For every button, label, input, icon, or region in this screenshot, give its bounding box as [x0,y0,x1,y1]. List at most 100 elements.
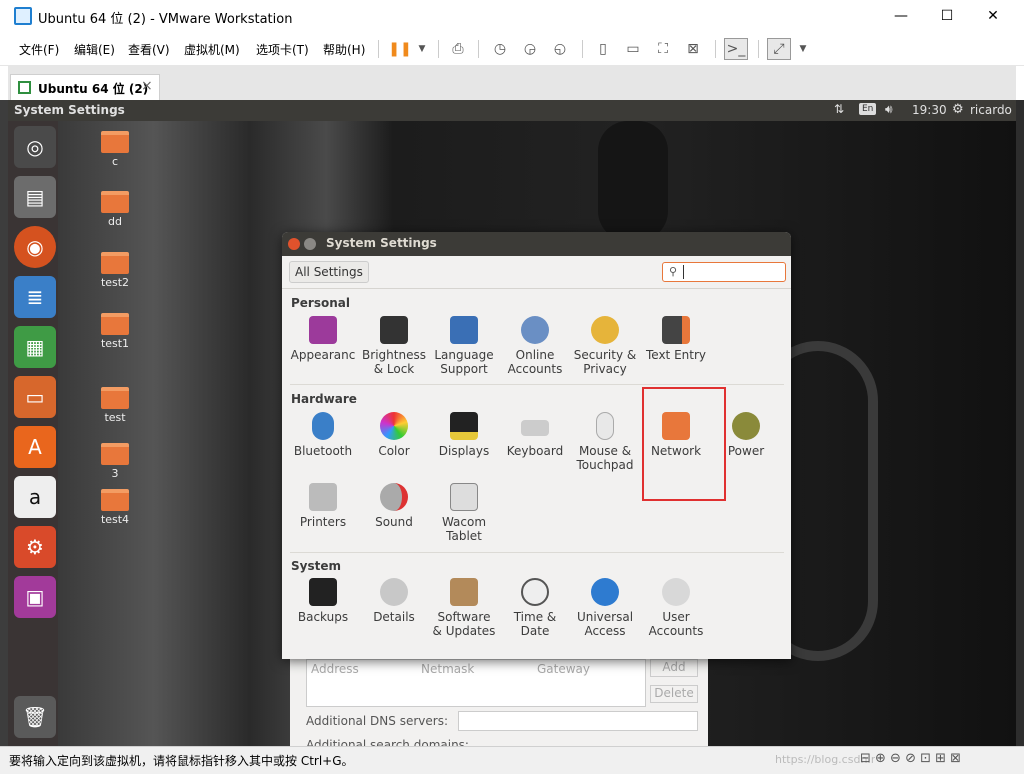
details-item[interactable]: Details [359,578,429,624]
add-route-button[interactable]: Add [650,659,698,677]
device-icons[interactable]: ⊟ ⊕ ⊖ ⊘ ⊡ ⊞ ⊠ [860,751,961,766]
amazon-icon[interactable]: a [14,476,56,518]
volume-icon[interactable]: 🔊︎ [885,102,893,117]
folder-icon [101,489,129,511]
gear-icon[interactable]: ⚙ [952,102,964,117]
user-name[interactable]: ricardo [970,103,1012,117]
color-item[interactable]: Color [359,412,429,458]
item-label: Mouse & [578,444,632,458]
folder-icon [101,313,129,335]
revert-snapshot-icon[interactable]: ◶ [518,38,542,60]
pause-icon[interactable]: ❚❚ [388,38,412,60]
desktop-folder[interactable]: test2 [90,252,140,289]
backups-item[interactable]: Backups [288,578,358,624]
delete-route-button[interactable]: Delete [650,685,698,703]
fullscreen-icon[interactable]: ⛶ [651,38,675,60]
details-gear-icon [380,578,408,606]
console-icon[interactable]: >_ [724,38,748,60]
displays-item[interactable]: Displays [429,412,499,458]
desktop-folder[interactable]: test1 [90,313,140,350]
section-divider [290,552,784,553]
sound-item[interactable]: Sound [359,483,429,529]
mouse-touchpad-item[interactable]: Mouse & Touchpad [570,412,640,472]
send-keys-icon[interactable]: ⎙ [446,38,470,60]
folder-icon [101,191,129,213]
thumbnail-view-icon[interactable]: ▭ [621,38,645,60]
desktop-folder[interactable]: test4 [90,489,140,526]
clock[interactable]: 19:30 [912,103,947,117]
tab-close-icon[interactable]: × [141,78,153,94]
writer-icon[interactable]: ≣ [14,276,56,318]
sidebar-view-icon[interactable]: ▯ [591,38,615,60]
close-window-icon[interactable] [288,238,300,250]
keyboard-layout-indicator[interactable]: En [859,103,877,115]
item-label: Displays [438,444,490,458]
maximize-button[interactable]: ☐ [924,0,970,32]
menu-view[interactable]: 查看(V) [128,41,170,58]
time-date-item[interactable]: Time & Date [500,578,570,638]
stretch-icon[interactable]: ⤢ [767,38,791,60]
security-privacy-item[interactable]: Security & Privacy [570,316,640,376]
unity-mode-icon[interactable]: ⊠ [681,38,705,60]
close-button[interactable]: ✕ [970,0,1016,32]
desktop-folder[interactable]: test [90,387,140,424]
appearance-item[interactable]: Appearanc [288,316,358,362]
menu-file[interactable]: 文件(F) [19,41,59,58]
universal-access-item[interactable]: Universal Access [570,578,640,638]
impress-icon[interactable]: ▭ [14,376,56,418]
bluetooth-item[interactable]: Bluetooth [288,412,358,458]
language-support-item[interactable]: Language Support [429,316,499,376]
printers-item[interactable]: Printers [288,483,358,529]
network-arrows-icon[interactable]: ⇅ [834,102,844,116]
item-label: Language [434,348,494,362]
brightness-lock-item[interactable]: Brightness & Lock [359,316,429,376]
text-entry-item[interactable]: Text Entry [641,316,711,362]
menu-tabs[interactable]: 选项卡(T) [256,41,309,58]
minimize-button[interactable]: — [878,0,924,32]
text-cursor [683,265,684,279]
online-accounts-item[interactable]: Online Accounts [500,316,570,376]
menu-edit[interactable]: 编辑(E) [74,41,115,58]
calc-icon[interactable]: ▦ [14,326,56,368]
keyboard-item[interactable]: Keyboard [500,412,570,458]
system-settings-icon[interactable]: ⚙ [14,526,56,568]
sound-icon [380,483,408,511]
workspace-switcher-icon[interactable]: ▣ [14,576,56,618]
desktop-folder[interactable]: dd [90,191,140,228]
chevron-down-icon[interactable]: ▼ [791,38,815,60]
status-bar: 要将输入定向到该虚拟机，请将鼠标指针移入其中或按 Ctrl+G。 https:/… [0,746,1024,774]
software-updates-icon [450,578,478,606]
software-center-icon[interactable]: A [14,426,56,468]
files-icon[interactable]: ▤ [14,176,56,218]
minimize-window-icon[interactable] [304,238,316,250]
dash-home-icon[interactable]: ◎ [14,126,56,168]
toolbar-separator [582,40,583,58]
software-updates-item[interactable]: Software & Updates [429,578,499,638]
user-accounts-item[interactable]: User Accounts [641,578,711,638]
column-netmask: Netmask [421,662,475,676]
item-label: Details [373,610,415,624]
tab-ubuntu[interactable]: Ubuntu 64 位 (2) × [10,74,160,101]
column-gateway: Gateway [537,662,591,676]
item-label: Backups [297,610,349,624]
chevron-down-icon[interactable]: ▼ [410,38,434,60]
tab-label: Ubuntu 64 位 (2) [38,82,149,96]
wacom-tablet-item[interactable]: Wacom Tablet [429,483,499,543]
snapshot-manager-icon[interactable]: ◵ [548,38,572,60]
tablet-icon [450,483,478,511]
all-settings-button[interactable]: All Settings [289,261,369,283]
settings-titlebar: System Settings [282,232,791,256]
menu-help[interactable]: 帮助(H) [323,41,365,58]
snapshot-icon[interactable]: ◷ [488,38,512,60]
toolbar-separator [438,40,439,58]
menu-vm[interactable]: 虚拟机(M) [184,41,240,58]
online-accounts-icon [521,316,549,344]
trash-icon[interactable]: 🗑︎ [14,696,56,738]
text-entry-icon [662,316,690,344]
desktop-folder[interactable]: 3 [90,443,140,480]
search-input[interactable]: ⚲ [662,262,786,282]
firefox-icon[interactable]: ◉ [14,226,56,268]
desktop-folder[interactable]: c [90,131,140,168]
item-label: Keyboard [506,444,564,458]
dns-input[interactable] [458,711,698,731]
